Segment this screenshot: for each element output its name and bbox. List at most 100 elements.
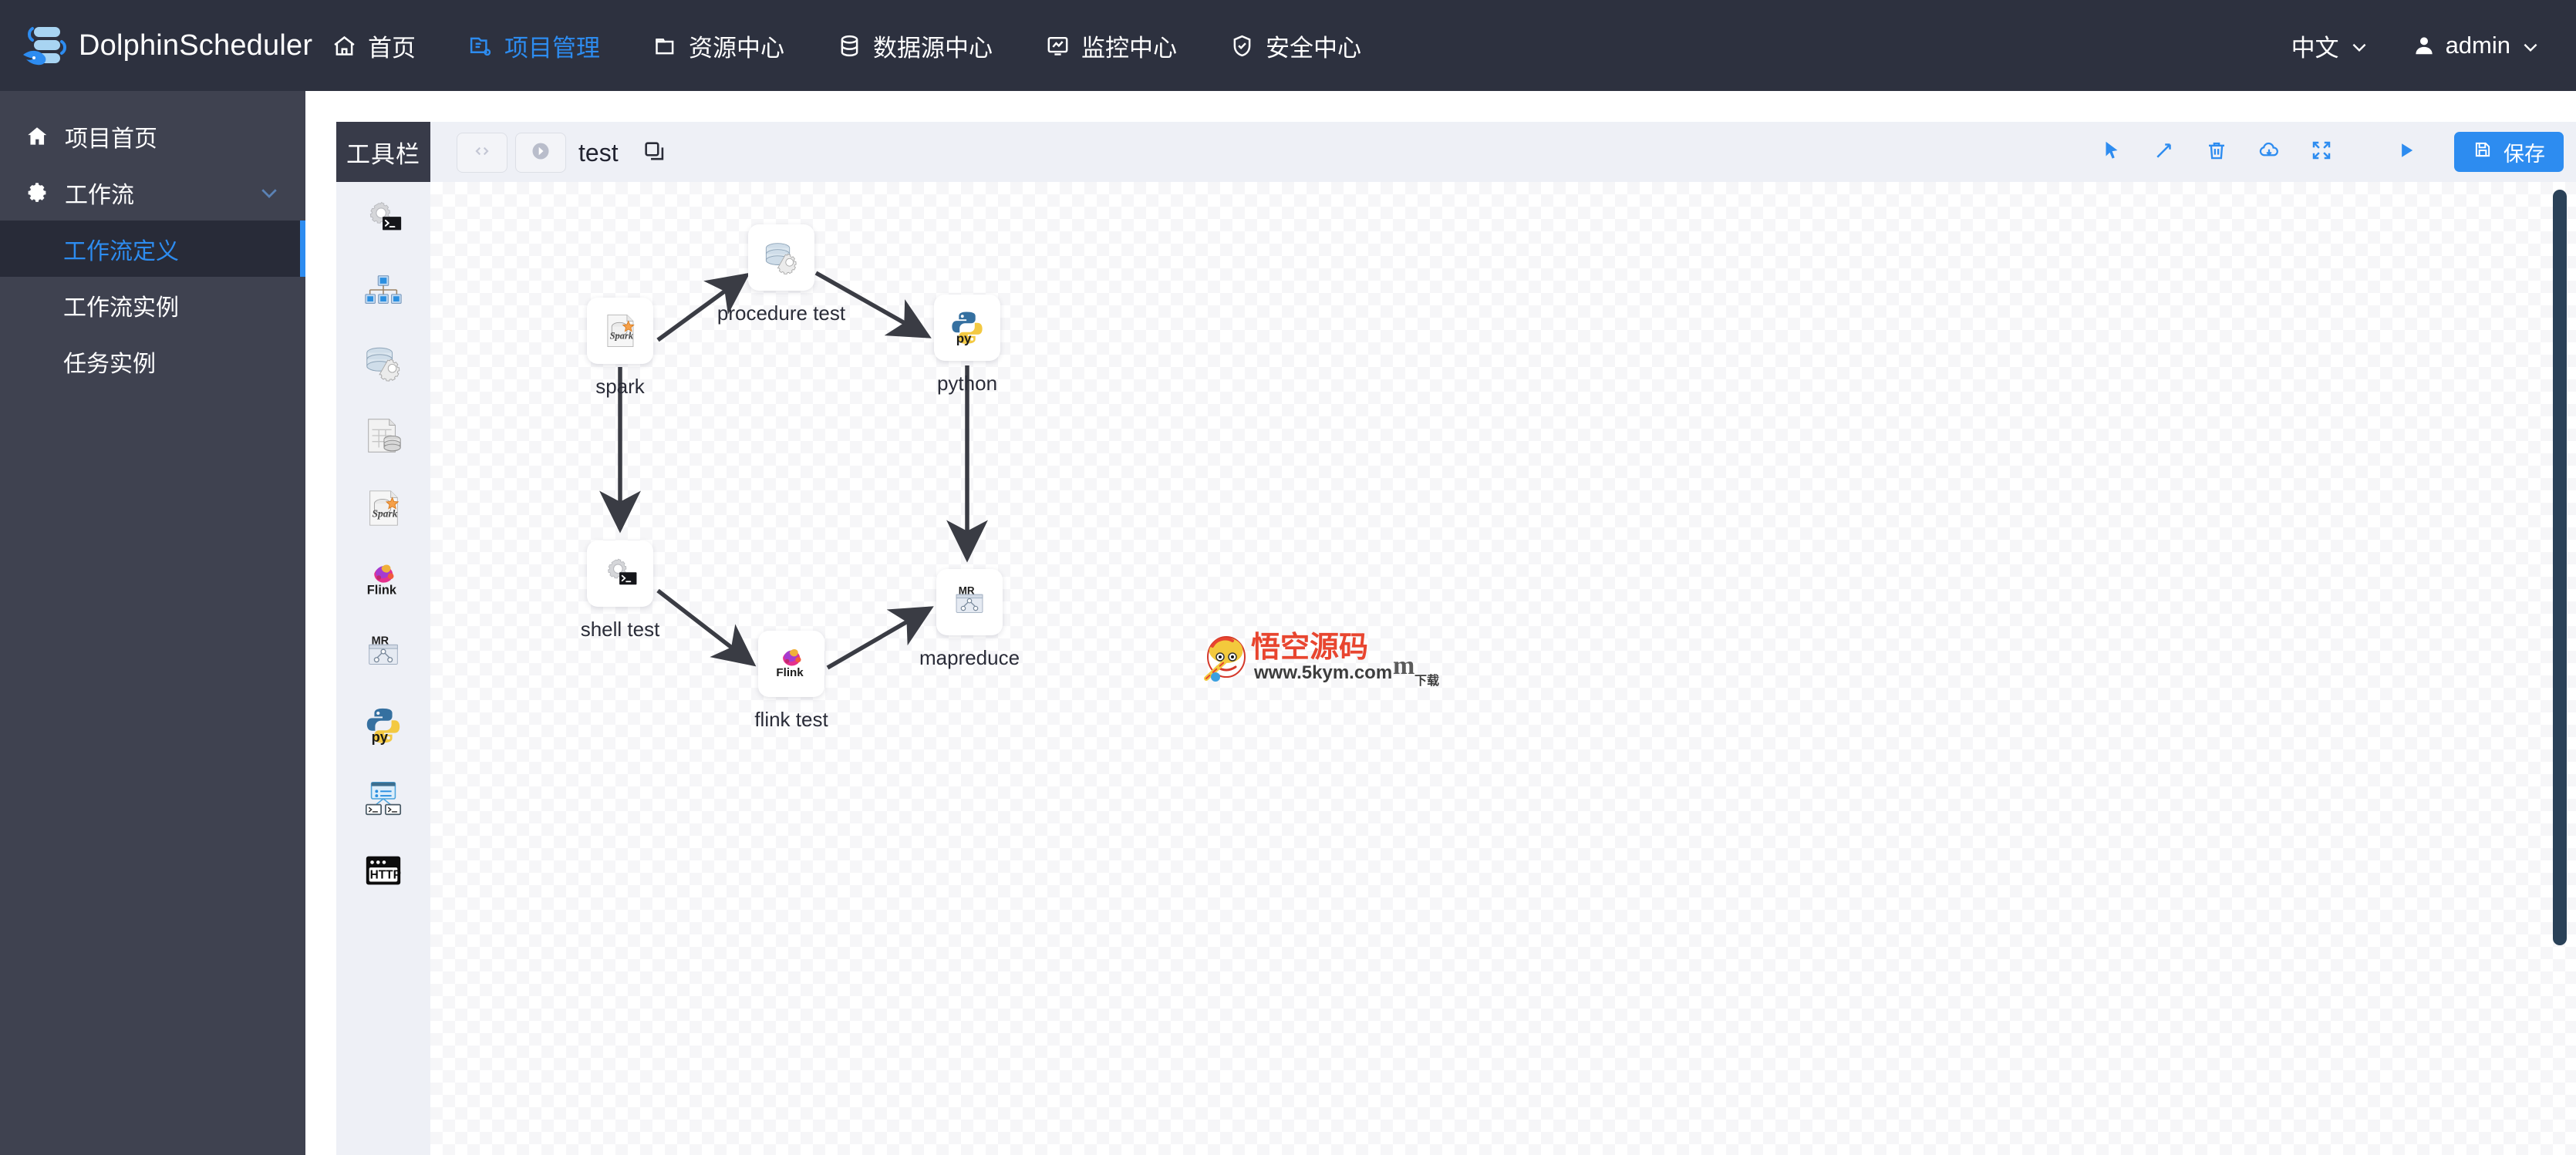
dag-node-procedure-test[interactable] [748, 224, 814, 291]
chevron-down-icon [2520, 35, 2541, 56]
palette-item-mapreduce[interactable]: MR [336, 617, 430, 689]
sidebar-item-workflow-definition[interactable]: 工作流定义 [0, 221, 305, 277]
palette-item-python[interactable]: py [336, 689, 430, 762]
workflow-name: test [578, 139, 619, 167]
header-right: 中文 admin [2291, 0, 2576, 91]
palette-item-shell[interactable] [336, 182, 430, 254]
nav-item-home[interactable]: 首页 [305, 0, 442, 91]
cloud-download-icon [2257, 139, 2281, 166]
dag-node-python[interactable]: py [934, 295, 1000, 361]
brand-name: DolphinScheduler [79, 29, 313, 62]
expand-icon [2310, 139, 2333, 166]
http-task-icon: HTTP [362, 850, 404, 891]
language-selector[interactable]: 中文 [2291, 29, 2369, 63]
save-button[interactable]: 保存 [2454, 132, 2564, 172]
folder-icon [652, 33, 678, 59]
run-workflow-button[interactable] [515, 133, 566, 173]
top-header: DolphinScheduler 首页 项目管理 资源中心 数据源中心 监控中心… [0, 0, 2576, 91]
sql-task-icon [362, 415, 404, 456]
trash-icon [2205, 139, 2228, 166]
sidebar-sub-label: 工作流实例 [63, 295, 179, 321]
sidebar: 项目首页 工作流 工作流定义 工作流实例 任务实例 [0, 91, 305, 1155]
dag-node-spark[interactable]: Spark [587, 298, 653, 364]
palette-item-http[interactable]: HTTP [336, 834, 430, 907]
user-name: admin [2445, 32, 2510, 59]
nav-item-security[interactable]: 安全中心 [1203, 0, 1387, 91]
palette-item-subprocess[interactable] [336, 254, 430, 327]
pointer-tool[interactable] [2085, 122, 2138, 182]
toolbar-title: 工具栏 [336, 122, 430, 182]
spark-task-icon: Spark [607, 315, 635, 347]
nav-item-datasource[interactable]: 数据源中心 [811, 0, 1019, 91]
delete-tool[interactable] [2190, 122, 2243, 182]
svg-text:MR: MR [372, 635, 389, 647]
nav-item-monitor[interactable]: 监控中心 [1019, 0, 1203, 91]
language-label: 中文 [2291, 34, 2339, 62]
user-menu[interactable]: admin [2412, 32, 2541, 59]
project-icon [468, 33, 494, 59]
dag-canvas[interactable]: Spark spark procedure test py python she… [430, 182, 2576, 1155]
nav-label: 监控中心 [1081, 34, 1177, 62]
nav-label: 项目管理 [504, 34, 600, 62]
nav-item-project[interactable]: 项目管理 [442, 0, 626, 91]
dag-node-mapreduce[interactable]: MR [936, 569, 1003, 635]
main-nav: 首页 项目管理 资源中心 数据源中心 监控中心 安全中心 [305, 0, 1387, 91]
line-icon [2153, 139, 2176, 166]
brand[interactable]: DolphinScheduler [0, 18, 312, 73]
download-tool[interactable] [2243, 122, 2295, 182]
shell-task-icon [362, 197, 404, 239]
workflow-editor-panel: 工具栏 test 保存 Spark Flink MR py HTTP Spark… [336, 122, 2576, 1155]
palette-item-flink[interactable]: Flink [336, 544, 430, 617]
svg-text:py: py [372, 729, 389, 745]
mapreduce-task-icon: MR [362, 632, 404, 674]
nav-label: 安全中心 [1266, 34, 1361, 62]
flink-task-icon: Flink [776, 649, 804, 679]
code-brackets-icon [472, 141, 492, 165]
sidebar-item-workflow[interactable]: 工作流 [0, 164, 305, 221]
svg-text:MR: MR [959, 584, 975, 596]
shell-task-icon [608, 558, 637, 585]
gear-icon [25, 180, 49, 205]
sidebar-item-workflow-instance[interactable]: 工作流实例 [0, 277, 305, 333]
procedure-task-icon [765, 243, 797, 274]
sidebar-item-label: 项目首页 [65, 126, 157, 152]
palette-item-spark[interactable]: Spark [336, 472, 430, 544]
dag-node-flink-test[interactable]: Flink [758, 631, 824, 697]
editor-toolbar: 工具栏 test 保存 [336, 122, 2576, 182]
toolbar-right-tools: 保存 [2085, 122, 2564, 182]
avatar [2412, 34, 2436, 57]
run-tool[interactable] [2380, 122, 2433, 182]
dag-edges [599, 271, 988, 670]
content-area: 工具栏 test 保存 Spark Flink MR py HTTP Spark… [305, 91, 2576, 1155]
svg-text:Flink: Flink [776, 666, 804, 679]
canvas-vertical-scrollbar[interactable] [2553, 190, 2567, 945]
arrow-circle-right-icon [530, 140, 551, 166]
fullscreen-tool[interactable] [2295, 122, 2348, 182]
sidebar-sub-label: 工作流定义 [63, 238, 179, 264]
chevron-down-icon [258, 181, 281, 204]
dag-node-shell-test[interactable] [587, 540, 653, 607]
sidebar-sub-label: 任务实例 [63, 351, 156, 377]
palette-item-procedure[interactable] [336, 327, 430, 399]
line-tool[interactable] [2138, 122, 2190, 182]
svg-text:HTTP: HTTP [370, 869, 401, 882]
svg-text:Spark: Spark [373, 508, 398, 520]
home-icon [25, 124, 49, 149]
flink-task-icon: Flink [362, 560, 404, 601]
svg-text:Flink: Flink [367, 583, 397, 597]
home-icon [332, 33, 357, 59]
cursor-arrow-icon [2100, 139, 2123, 166]
database-icon [837, 33, 862, 59]
nav-item-resource[interactable]: 资源中心 [626, 0, 811, 91]
svg-text:Spark: Spark [610, 331, 634, 342]
dolphin-logo-icon [17, 18, 72, 73]
copy-icon[interactable] [642, 139, 668, 165]
code-view-button[interactable] [457, 133, 507, 173]
palette-item-sql[interactable] [336, 399, 430, 472]
palette-item-dependent[interactable] [336, 762, 430, 834]
sidebar-item-project-home[interactable]: 项目首页 [0, 108, 305, 164]
sidebar-item-task-instance[interactable]: 任务实例 [0, 333, 305, 389]
subprocess-task-icon [362, 270, 404, 311]
dependent-task-icon [362, 777, 404, 819]
task-palette: Spark Flink MR py HTTP [336, 182, 430, 1155]
